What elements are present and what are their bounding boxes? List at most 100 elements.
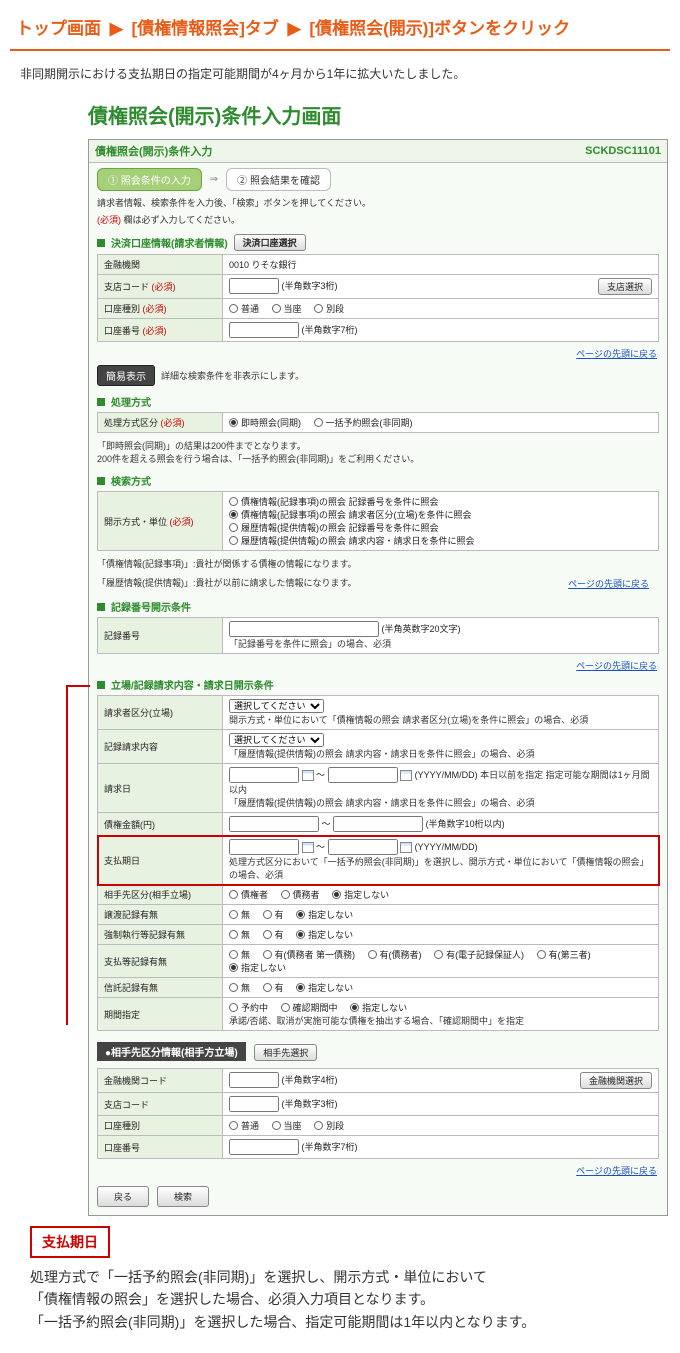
accttype-betsu-radio[interactable]: 別段 <box>314 302 344 315</box>
pos-note: 開示方式・単位において「債権情報の照会 請求者区分(立場)を条件に照会」の場合、… <box>229 715 588 725</box>
s-d-radio[interactable]: 有(電子記録保証人) <box>434 948 524 961</box>
trust-none-radio[interactable]: 指定しない <box>296 981 353 994</box>
page-top-link-1[interactable]: ページの先頭に戻る <box>89 346 667 361</box>
recno-table: 記録番号 (半角英数字20文字) 「記録番号を条件に照会」の場合、必須 <box>97 617 659 654</box>
branch-code-input[interactable] <box>229 278 279 294</box>
search-opt-3-radio[interactable]: 履歴情報(提供情報)の照会 請求内容・請求日を条件に照会 <box>229 534 475 547</box>
search-opt-2-radio[interactable]: 履歴情報(提供情報)の照会 記録番号を条件に照会 <box>229 521 439 534</box>
opp-accttype-futsu-radio[interactable]: 普通 <box>229 1119 259 1132</box>
opp-branchcode-label: 支店コード <box>98 1093 223 1116</box>
back-button[interactable]: 戻る <box>97 1186 149 1207</box>
section-recno: 記録番号開示条件 <box>89 595 667 617</box>
must-note-line: (必須) 欄は必ず入力してください。 <box>89 213 667 230</box>
pos-select[interactable]: 選択してください <box>229 699 324 713</box>
opp-acctno-input[interactable] <box>229 1139 299 1155</box>
accttype-label: 口座種別 (必須) <box>98 299 223 319</box>
recno-cell: (半角英数字20文字) 「記録番号を条件に照会」の場合、必須 <box>223 618 659 654</box>
panel-header: 債権照会(開示)条件入力 SCKDSC11101 <box>89 140 667 163</box>
opp-accttype-betsu-radio[interactable]: 別段 <box>314 1119 344 1132</box>
bank-value: 0010 りそな銀行 <box>223 255 659 275</box>
opp-branchcode-input[interactable] <box>229 1096 279 1112</box>
force-none-radio[interactable]: 指定しない <box>296 928 353 941</box>
period-none-radio[interactable]: 指定しない <box>350 1001 407 1014</box>
reqcontent-label: 記録請求内容 <box>98 730 223 764</box>
opp-b-radio[interactable]: 債務者 <box>281 888 320 901</box>
step-row: ① 照会条件の入力 ⇒ ② 照会結果を確認 <box>89 163 667 196</box>
lead-text: 非同期開示における支払期日の指定可能期間が4ヶ月から1年に拡大いたしました。 <box>10 51 670 96</box>
step-2-box: ② 照会結果を確認 <box>226 168 331 191</box>
branch-select-button[interactable]: 支店選択 <box>598 278 652 295</box>
force-no-radio[interactable]: 無 <box>229 928 250 941</box>
search-opt-1-radio[interactable]: 債権情報(記録事項)の照会 請求者区分(立場)を条件に照会 <box>229 508 472 521</box>
force-yes-radio[interactable]: 有 <box>263 928 284 941</box>
must-prefix: (必須) <box>97 215 121 225</box>
period-label: 期間指定 <box>98 998 223 1031</box>
calendar-icon[interactable] <box>400 842 412 853</box>
reqcontent-select[interactable]: 選択してください <box>229 733 324 747</box>
opp-select-button[interactable]: 相手先選択 <box>254 1044 317 1061</box>
paydate-label: 支払期日 <box>98 836 223 885</box>
search-button[interactable]: 検索 <box>157 1186 209 1207</box>
opp-accttype-label: 口座種別 <box>98 1116 223 1136</box>
opp-bankcode-input[interactable] <box>229 1072 279 1088</box>
transfer-none-radio[interactable]: 指定しない <box>296 908 353 921</box>
reqdate-cell: ～ (YYYY/MM/DD) 本日以前を指定 指定可能な期間は1ヶ月間以内 「履… <box>223 764 659 813</box>
trust-no-radio[interactable]: 無 <box>229 981 250 994</box>
acctno-input[interactable] <box>229 322 299 338</box>
transfer-yes-radio[interactable]: 有 <box>263 908 284 921</box>
reqdate-from-input[interactable] <box>229 767 299 783</box>
opp-bankcode-label: 金融機関コード <box>98 1069 223 1093</box>
reqcontent-cell: 選択してください 「履歴情報(提供情報)の照会 請求内容・請求日を条件に照会」の… <box>223 730 659 764</box>
opp-none-radio[interactable]: 指定しない <box>332 888 389 901</box>
s-a-radio[interactable]: 無 <box>229 948 250 961</box>
amount-from-input[interactable] <box>229 816 319 832</box>
account-select-button[interactable]: 決済口座選択 <box>234 234 306 251</box>
paydate-to-input[interactable] <box>328 839 398 855</box>
opp-label: 相手先区分(相手立場) <box>98 885 223 905</box>
period-b-radio[interactable]: 確認期間中 <box>281 1001 338 1014</box>
section-marker-icon <box>97 239 105 247</box>
page-top-link-3[interactable]: ページの先頭に戻る <box>89 658 667 673</box>
accttype-touza-radio[interactable]: 当座 <box>272 302 302 315</box>
transfer-no-radio[interactable]: 無 <box>229 908 250 921</box>
calendar-icon[interactable] <box>302 842 314 853</box>
period-a-radio[interactable]: 予約中 <box>229 1001 268 1014</box>
opp-a-radio[interactable]: 債権者 <box>229 888 268 901</box>
opp-section-title: ●相手先区分情報(相手方立場) <box>97 1042 246 1061</box>
s-b-radio[interactable]: 有(債務者 第一債務) <box>263 948 356 961</box>
paydate-fmt: (YYYY/MM/DD) <box>415 842 478 852</box>
callout-horizontal-line <box>66 685 90 687</box>
section-account-label: 決済口座情報(請求者情報) <box>111 235 228 250</box>
callout-explanation: 処理方式で「一括予約照会(非同期)」を選択し、開示方式・単位において 「債権情報… <box>10 1266 670 1343</box>
breadcrumb: トップ画面 ▶ [債権情報照会]タブ ▶ [債権照会(開示)]ボタンをクリック <box>10 8 670 51</box>
search-opt-0-radio[interactable]: 債権情報(記録事項)の照会 記録番号を条件に照会 <box>229 495 439 508</box>
account-table: 金融機関 0010 りそな銀行 支店コード (必須) (半角数字3桁) 支店選択… <box>97 254 659 342</box>
path-seg2: [債権情報照会]タブ <box>132 19 279 38</box>
trust-yes-radio[interactable]: 有 <box>263 981 284 994</box>
callout-label: 支払期日 <box>30 1226 110 1258</box>
calendar-icon[interactable] <box>302 770 314 781</box>
recno-input[interactable] <box>229 621 379 637</box>
paydate-from-input[interactable] <box>229 839 299 855</box>
paydate-note: 処理方式区分において「一括予約照会(非同期)」を選択し、開示方式・単位において「… <box>229 857 648 880</box>
callout-line1: 処理方式で「一括予約照会(非同期)」を選択し、開示方式・単位において <box>30 1266 650 1288</box>
screen-code: SCKDSC11101 <box>585 145 661 157</box>
s-c-radio[interactable]: 有(債務者) <box>368 948 422 961</box>
proc-async-radio[interactable]: 一括予約照会(非同期) <box>314 416 413 429</box>
page-top-link-4[interactable]: ページの先頭に戻る <box>89 1163 667 1178</box>
reqdate-to-input[interactable] <box>328 767 398 783</box>
opp-accttype-touza-radio[interactable]: 当座 <box>272 1119 302 1132</box>
s-none-radio[interactable]: 指定しない <box>229 961 286 974</box>
pos-label: 請求者区分(立場) <box>98 696 223 730</box>
simple-display-button[interactable]: 簡易表示 <box>97 365 155 386</box>
calendar-icon[interactable] <box>400 770 412 781</box>
proc-table: 処理方式区分 (必須) 即時照会(同期) 一括予約照会(非同期) <box>97 412 659 433</box>
reqcontent-note: 「履歴情報(提供情報)の照会 請求内容・請求日を条件に照会」の場合、必須 <box>229 749 535 759</box>
page-top-link-2[interactable]: ページの先頭に戻る <box>558 576 659 591</box>
s-e-radio[interactable]: 有(第三者) <box>537 948 591 961</box>
recno-label: 記録番号 <box>98 618 223 654</box>
accttype-futsu-radio[interactable]: 普通 <box>229 302 259 315</box>
opp-bank-select-button[interactable]: 金融機関選択 <box>580 1072 652 1089</box>
proc-sync-radio[interactable]: 即時照会(同期) <box>229 416 301 429</box>
amount-to-input[interactable] <box>333 816 423 832</box>
